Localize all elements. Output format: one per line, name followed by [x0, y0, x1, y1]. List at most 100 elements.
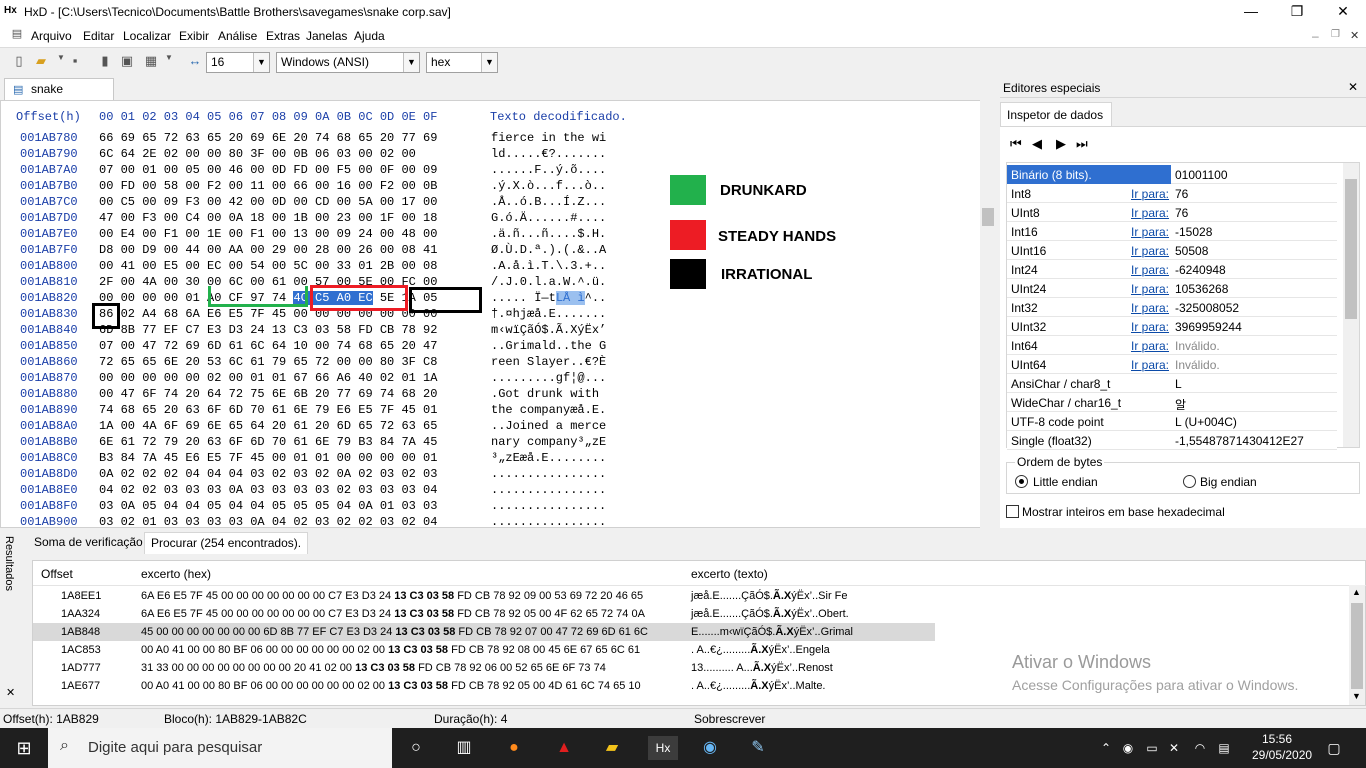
disk-icon[interactable]: ▣ [118, 53, 136, 71]
goto-link[interactable]: Ir para: [1131, 225, 1169, 239]
row-text[interactable]: the companyæå.E. [491, 403, 606, 417]
properties-icon[interactable]: ▦ [142, 53, 160, 71]
inspector-row[interactable]: Single (float32) -1,55487871430412E27 [1007, 431, 1337, 450]
mdi-close-button[interactable]: ✕ [1350, 29, 1359, 42]
goto-link[interactable]: Ir para: [1131, 244, 1169, 258]
row-text[interactable]: ................ [491, 515, 606, 527]
result-row[interactable]: 1AB848 45 00 00 00 00 00 00 00 6D 8B 77 E… [33, 623, 935, 641]
paint-icon[interactable]: ✎ [746, 736, 770, 760]
inspector-value[interactable]: L [1175, 377, 1182, 391]
results-scrollbar-thumb[interactable] [1351, 603, 1363, 689]
open-folder-icon[interactable]: ▰ [32, 53, 50, 71]
firefox-icon[interactable]: ● [502, 736, 526, 760]
results-scrollbar[interactable]: ▲ ▼ [1349, 585, 1365, 705]
display-mode-select[interactable]: hex ▼ [426, 52, 498, 73]
inspector-value[interactable]: 알 [1175, 396, 1186, 413]
hex-ints-checkbox[interactable] [1006, 505, 1019, 518]
inspector-value[interactable]: 01001100 [1175, 168, 1228, 182]
inspector-row[interactable]: UInt8 Ir para: 76 [1007, 203, 1337, 222]
results-side-tab[interactable]: Resultados ✕ [0, 530, 22, 706]
close-button[interactable]: ✕ [1320, 0, 1366, 24]
menu-ajuda[interactable]: Ajuda [354, 29, 385, 43]
result-row[interactable]: 1A8EE1 6A E6 E5 7F 45 00 00 00 00 00 00 0… [33, 587, 1333, 605]
last-icon[interactable]: ⏭ [1076, 136, 1088, 152]
menu-janelas[interactable]: Janelas [306, 29, 347, 43]
menu-arquivo[interactable]: Arquivo [31, 29, 72, 43]
file-tab[interactable]: ▤ snake corp.sav [4, 78, 114, 110]
row-hex[interactable]: 03 0A 05 04 04 05 04 04 05 05 05 04 0A 0… [99, 499, 437, 513]
inspector-row[interactable]: Int64 Ir para: Inválido. [1007, 336, 1337, 355]
inspector-scrollbar[interactable] [1343, 163, 1359, 447]
row-hex[interactable]: 03 02 01 03 03 03 03 0A 04 02 03 02 02 0… [99, 515, 437, 527]
mdi-minimize-button[interactable]: – [1312, 29, 1319, 43]
row-text[interactable]: ................ [491, 467, 606, 481]
menu-editar[interactable]: Editar [83, 29, 114, 43]
scrollbar-thumb[interactable] [982, 208, 994, 226]
inspector-row[interactable]: Binário (8 bits). 01001100 [1007, 165, 1337, 184]
inspector-row[interactable]: UTF-8 code point L (U+004C) [1007, 412, 1337, 431]
menu-analise[interactable]: Análise [218, 29, 257, 43]
inspector-value[interactable]: -1,55487871430412E27 [1175, 434, 1304, 448]
next-icon[interactable]: ▶ [1056, 136, 1066, 152]
row-hex[interactable]: 47 00 F3 00 C4 00 0A 18 00 1B 00 23 00 1… [99, 211, 437, 225]
row-hex[interactable]: 6C 64 2E 02 00 00 80 3F 00 0B 06 03 00 0… [99, 147, 416, 161]
row-hex[interactable]: 1A 00 4A 6F 69 6E 65 64 20 61 20 6D 65 7… [99, 419, 437, 433]
prev-icon[interactable]: ◀ [1032, 136, 1042, 152]
inspector-row[interactable]: Int32 Ir para: -325008052 [1007, 298, 1337, 317]
new-file-icon[interactable]: ▯ [10, 53, 28, 71]
row-hex[interactable]: D8 00 D9 00 44 00 AA 00 29 00 28 00 26 0… [99, 243, 437, 257]
row-hex[interactable]: 00 00 00 00 00 02 00 01 01 67 66 A6 40 0… [99, 371, 437, 385]
row-text[interactable]: .ý.X.ò...f...ò.. [491, 179, 606, 193]
row-text[interactable]: reen Slayer..€?È [491, 355, 606, 369]
hex-editor[interactable]: Offset(h) 00 01 02 03 04 05 06 07 08 09 … [0, 100, 996, 528]
hxd-taskbar-icon[interactable]: Hx [648, 736, 678, 760]
results-close-icon[interactable]: ✕ [6, 686, 15, 699]
goto-link[interactable]: Ir para: [1131, 339, 1169, 353]
big-endian-radio[interactable] [1183, 475, 1196, 488]
row-text[interactable]: ld.....€?....... [491, 147, 606, 161]
menu-exibir[interactable]: Exibir [179, 29, 209, 43]
row-text[interactable]: ................ [491, 483, 606, 497]
row-hex[interactable]: 72 65 65 6E 20 53 6C 61 79 65 72 00 00 8… [99, 355, 437, 369]
goto-link[interactable]: Ir para: [1131, 320, 1169, 334]
hex-scrollbar[interactable] [980, 100, 996, 528]
row-hex[interactable]: 00 41 00 E5 00 EC 00 54 00 5C 00 33 01 2… [99, 259, 437, 273]
row-hex[interactable]: 0A 02 02 02 04 04 04 03 02 03 02 0A 02 0… [99, 467, 437, 481]
row-text[interactable]: .Got drunk with [491, 387, 606, 401]
inspector-row[interactable]: UInt24 Ir para: 10536268 [1007, 279, 1337, 298]
volume-muted-icon[interactable]: ✕ [1162, 736, 1186, 760]
row-text[interactable]: /.J.0.l.a.W.^.ü. [491, 275, 606, 289]
restore-button[interactable]: ❐ [1274, 0, 1320, 24]
row-hex[interactable]: 6E 61 72 79 20 63 6F 6D 70 61 6E 79 B3 8… [99, 435, 437, 449]
row-hex[interactable]: 74 68 65 20 63 6F 6D 70 61 6E 79 E6 E5 7… [99, 403, 437, 417]
row-text[interactable]: ................ [491, 499, 606, 513]
row-text[interactable]: fierce in the wi [491, 131, 606, 145]
inspector-value[interactable]: 76 [1175, 206, 1188, 220]
row-text[interactable]: ³„zEæå.E........ [491, 451, 606, 465]
goto-link[interactable]: Ir para: [1131, 301, 1169, 315]
save-icon[interactable]: ▪ [66, 53, 84, 71]
row-text[interactable]: ..... Ï—tLÅ ì^.. [491, 291, 606, 305]
inspector-value[interactable]: -15028 [1175, 225, 1212, 239]
inspector-value[interactable]: -6240948 [1175, 263, 1226, 277]
bytes-per-row-select[interactable]: 16 ▼ [206, 52, 270, 73]
goto-link[interactable]: Ir para: [1131, 206, 1169, 220]
row-hex[interactable]: 00 C5 00 09 F3 00 42 00 0D 00 CD 00 5A 0… [99, 195, 437, 209]
notifications-icon[interactable]: ▢ [1322, 736, 1346, 760]
row-text[interactable]: m‹wïÇãÓ$.Ã.XýËx’ [491, 323, 606, 337]
row-hex[interactable]: 04 02 02 03 03 03 0A 03 03 03 03 02 03 0… [99, 483, 437, 497]
inspector-value[interactable]: L (U+004C) [1175, 415, 1237, 429]
scroll-up-icon[interactable]: ▲ [1352, 587, 1361, 597]
row-text[interactable]: G.ó.Ä......#.... [491, 211, 606, 225]
row-hex[interactable]: B3 84 7A 45 E6 E5 7F 45 00 01 01 00 00 0… [99, 451, 437, 465]
inspector-row[interactable]: UInt64 Ir para: Inválido. [1007, 355, 1337, 374]
inspector-row[interactable]: AnsiChar / char8_t L [1007, 374, 1337, 393]
network-icon[interactable]: ◠ [1188, 736, 1212, 760]
tab-checksum[interactable]: Soma de verificação [28, 532, 149, 554]
row-text[interactable]: .Å..ó.B...Í.Z... [491, 195, 606, 209]
panel-close-icon[interactable]: ✕ [1348, 80, 1358, 94]
inspector-value[interactable]: 10536268 [1175, 282, 1228, 296]
steam-icon[interactable]: ◉ [698, 736, 722, 760]
first-icon[interactable]: ⏮ [1010, 136, 1022, 152]
row-text[interactable]: ..Joined a merce [491, 419, 606, 433]
